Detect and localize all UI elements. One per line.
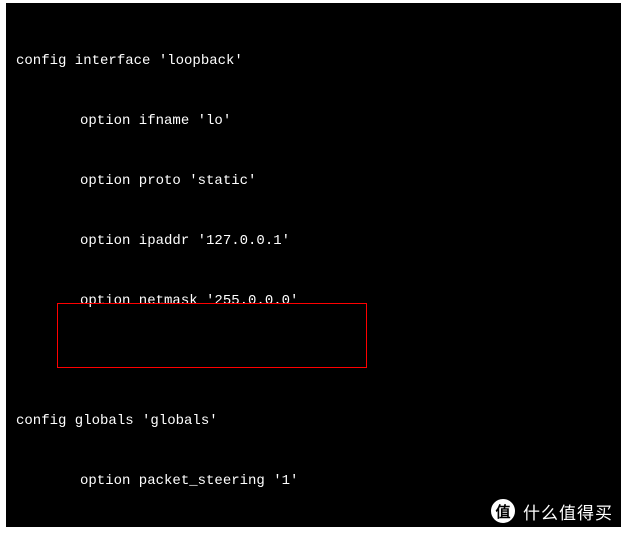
config-line: option netmask '255.0.0.0' <box>16 291 611 311</box>
config-line: config interface 'loopback' <box>16 51 611 71</box>
terminal-window[interactable]: config interface 'loopback' option ifnam… <box>6 3 621 527</box>
blank-line <box>16 351 611 371</box>
config-line: option packet_steering '1' <box>16 471 611 491</box>
config-line: config globals 'globals' <box>16 411 611 431</box>
config-line: option proto 'static' <box>16 171 611 191</box>
config-line: option ipaddr '127.0.0.1' <box>16 231 611 251</box>
config-line: option ifname 'lo' <box>16 111 611 131</box>
